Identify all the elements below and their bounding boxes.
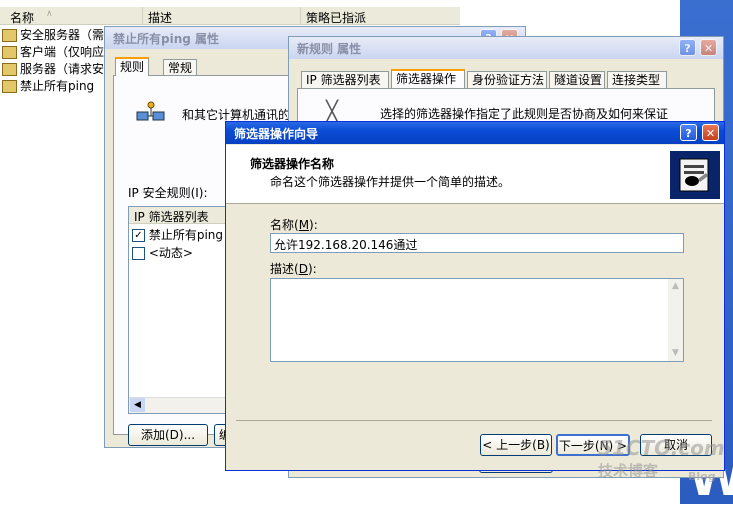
close-icon[interactable]: ✕ [702,124,719,141]
wizard-divider [236,420,712,421]
policy-icon [2,80,17,93]
watermark: 51CTO.com 技术博客 Blog [598,436,725,483]
list-item-label: 服务器（请求安 [20,62,105,76]
filter-action-icon: ╳ [326,99,339,123]
list-item-label: 客户端（仅响应 [20,45,105,59]
wizard-header: 筛选器操作名称 命名这个筛选器操作并提供一个简单的描述。 [226,145,724,204]
list-item[interactable]: 客户端（仅响应 [2,43,104,59]
rule-label: <动态> [148,246,193,260]
rule-dialog-titlebar[interactable]: 新规则 属性 ? ✕ [289,37,723,59]
close-icon[interactable]: ✕ [700,39,717,56]
policy-icon [2,29,17,42]
column-header-name[interactable]: 名称 [10,9,34,26]
name-label: 名称(M): [270,218,318,232]
column-header-description[interactable]: 描述 [148,9,172,26]
vertical-scrollbar[interactable]: ▲ ▼ [668,279,683,361]
rule-dialog-title: 新规则 属性 [297,42,362,56]
filter-action-wizard: 筛选器操作向导 ? ✕ 筛选器操作名称 命名这个筛选器操作并提供一个简单的描述。… [225,121,725,471]
rule-label: 禁止所有ping [148,228,224,242]
scroll-left-icon[interactable]: ◀ [130,398,145,412]
rule-row[interactable]: <动态> [132,244,193,261]
rule-checkbox[interactable] [132,247,145,260]
rule-checkbox[interactable]: ✓ [132,229,145,242]
column-header-assigned[interactable]: 策略已指派 [306,9,366,26]
add-rule-button[interactable]: 添加(D)... [128,424,208,446]
description-label: 描述(D): [270,262,317,276]
name-input[interactable]: 允许192.168.20.146通过 [270,233,684,253]
tab-filter-action[interactable]: 筛选器操作 [391,69,465,88]
list-item[interactable]: 禁止所有ping [2,77,94,93]
list-item[interactable]: 安全服务器（需 [2,26,104,42]
sort-arrow-icon: ∧ [46,9,53,19]
scroll-down-icon[interactable]: ▼ [668,346,683,361]
policy-icon [2,63,17,76]
wizard-titlebar[interactable]: 筛选器操作向导 ? ✕ [226,122,724,144]
wizard-title: 筛选器操作向导 [234,127,319,141]
policy-icon [2,46,17,59]
network-icon [136,100,166,126]
list-item-label: 安全服务器（需 [20,28,105,42]
back-button[interactable]: < 上一步(B) [480,434,552,456]
rule-dialog-description: 选择的筛选器操作指定了此规则是否协商及如何来保证 [380,107,669,121]
tab-general[interactable]: 常规 [163,59,198,76]
list-item[interactable]: 服务器（请求安 [2,60,104,76]
help-icon[interactable]: ? [679,39,696,56]
list-item-label: 禁止所有ping [20,79,95,93]
list-header: 名称 ∧ 描述 策略已指派 [0,7,460,25]
ping-dialog-title: 禁止所有ping 属性 [113,32,220,46]
scroll-up-icon[interactable]: ▲ [668,279,683,294]
wizard-header-title: 筛选器操作名称 [250,157,335,171]
help-icon[interactable]: ? [680,124,697,141]
tab-ip-filter-list[interactable]: IP 筛选器列表 [301,71,389,88]
description-textarea[interactable]: ▲ ▼ [270,278,684,362]
rule-row[interactable]: ✓ 禁止所有ping [132,226,223,243]
tab-connection-type[interactable]: 连接类型 [607,71,667,88]
watermark-line1: 51CTO.com [598,436,725,460]
rules-label: IP 安全规则(I): [128,186,208,200]
wizard-header-subtitle: 命名这个筛选器操作并提供一个简单的描述。 [270,175,511,189]
tab-tunnel-settings[interactable]: 隧道设置 [549,71,605,88]
wizard-document-icon [670,151,720,199]
tab-auth-methods[interactable]: 身份验证方法 [467,71,547,88]
watermark-line3: Blog [688,470,716,483]
tab-rules[interactable]: 规则 [115,57,150,76]
